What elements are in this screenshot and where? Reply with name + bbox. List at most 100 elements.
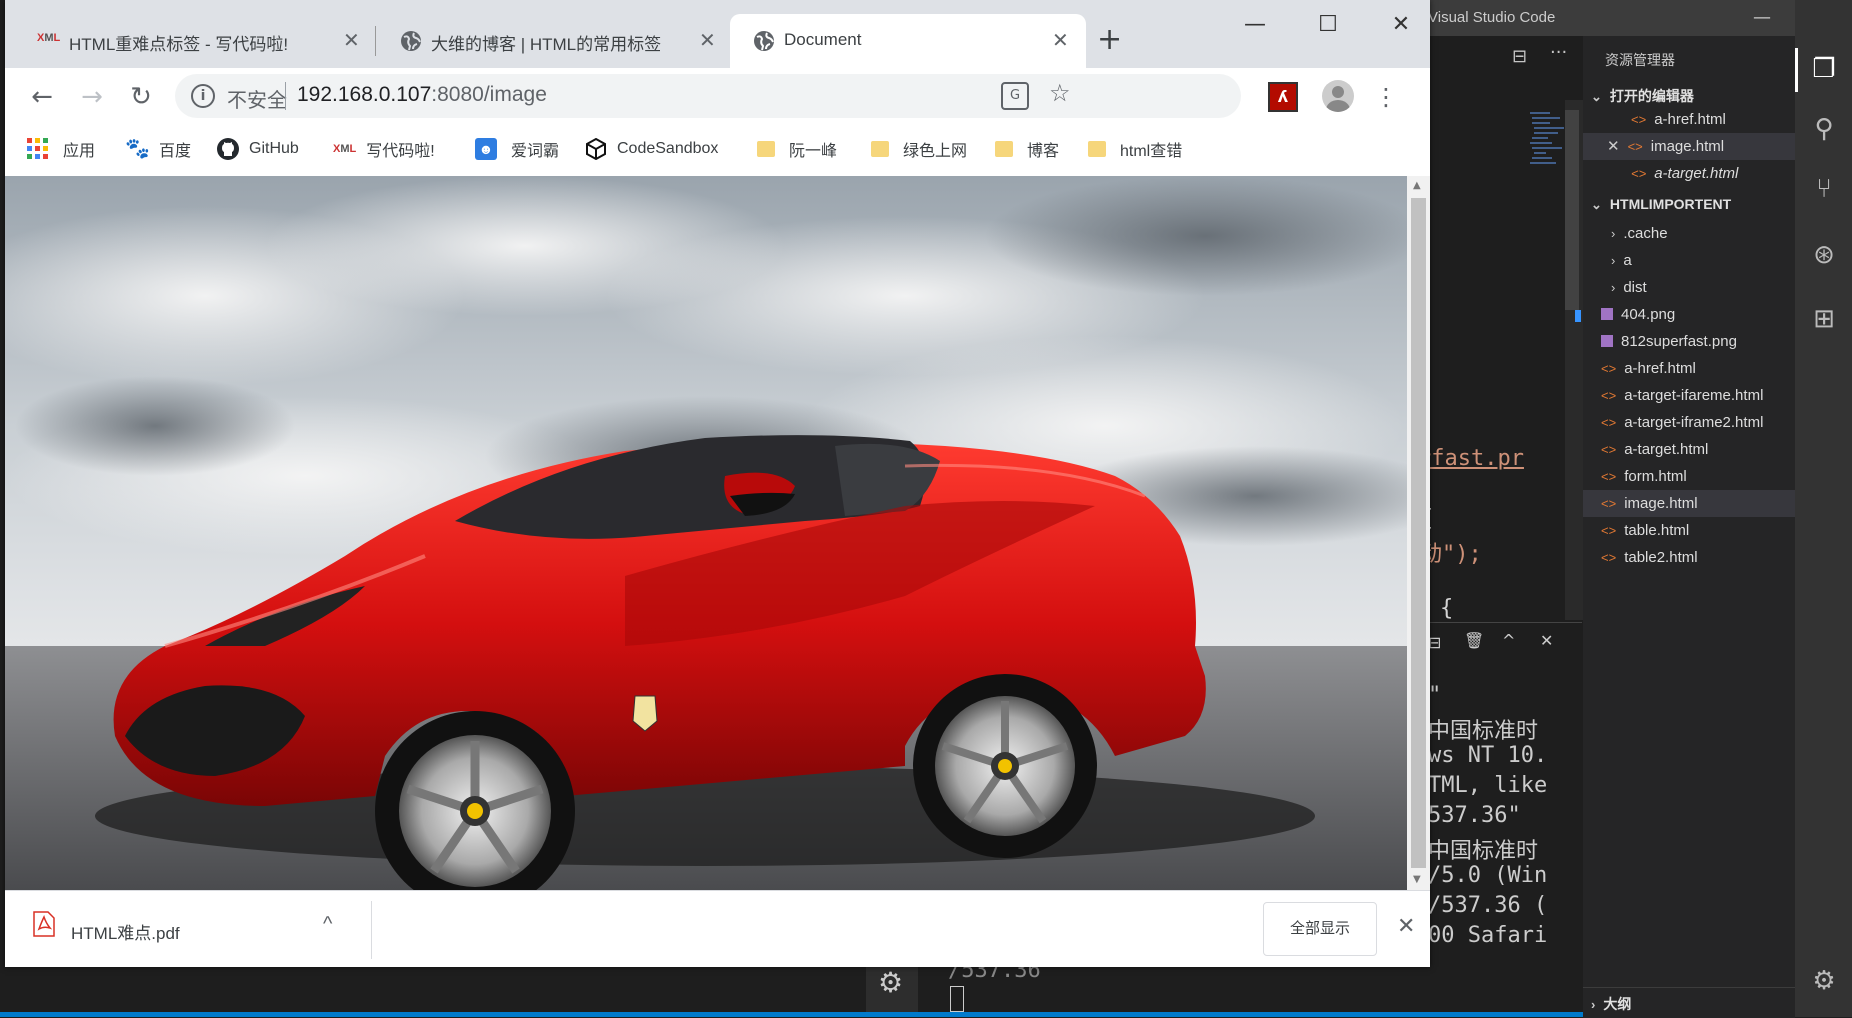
security-label[interactable]: 不安全 [227, 84, 287, 113]
file-item[interactable]: <> table2.html [1601, 544, 1698, 571]
files-icon[interactable]: ❐ [1807, 52, 1841, 86]
folder-icon [995, 141, 1013, 157]
file-item[interactable]: <> a-target-ifareme.html [1601, 382, 1763, 409]
workspace-folder-header[interactable]: ⌄ HTMLIMPORTENT [1591, 196, 1731, 213]
bookmark-xiedaimala[interactable]: XML 写代码啦! [333, 136, 435, 162]
more-actions-icon[interactable]: ··· [1550, 42, 1567, 63]
profile-avatar-icon[interactable] [1322, 80, 1354, 112]
tab-title: 大维的博客 | HTML的常用标签 [431, 35, 662, 54]
tab-xiedaimala[interactable]: XML HTML重难点标签 - 写代码啦! ✕ [15, 14, 369, 68]
bookmark-star-icon[interactable]: ☆ [1049, 79, 1071, 107]
vscode-activity-bar: ❐ ⚲ ⑂ ⊛ ⊞ ⚙ [1795, 0, 1852, 1017]
bookmark-codesandbox[interactable]: CodeSandbox [585, 136, 718, 162]
folder-item[interactable]: › a [1611, 247, 1632, 274]
back-arrow-icon[interactable]: ← [25, 80, 59, 114]
sports-car-image [5, 176, 1430, 890]
maximize-panel-icon[interactable]: ^ [1502, 631, 1515, 650]
source-control-icon[interactable]: ⑂ [1807, 172, 1841, 206]
bookmark-folder-htmlcheck[interactable]: html查错 [1088, 136, 1182, 162]
file-item[interactable]: <> image.html [1583, 490, 1795, 517]
html-file-icon: <> [1627, 139, 1643, 154]
debug-icon[interactable]: ⊛ [1807, 238, 1841, 272]
show-all-button[interactable]: 全部显示 [1263, 902, 1377, 956]
globe-icon [754, 31, 774, 51]
tab-document[interactable]: Document ✕ [730, 14, 1086, 68]
info-icon[interactable]: i [191, 84, 215, 108]
bookmark-baidu[interactable]: 🐾 百度 [125, 136, 191, 162]
bookmark-folder-blog[interactable]: 博客 [995, 136, 1059, 162]
terminal-cursor [950, 986, 964, 1012]
folder-item[interactable]: › dist [1611, 274, 1647, 301]
file-item[interactable]: 812superfast.png [1601, 328, 1737, 355]
file-item[interactable]: <> a-target-iframe2.html [1601, 409, 1763, 436]
close-panel-icon[interactable]: ✕ [1540, 631, 1553, 650]
maximize-icon[interactable]: ☐ [1303, 10, 1353, 40]
open-editors-header[interactable]: ⌄ 打开的编辑器 [1591, 86, 1694, 106]
gear-icon[interactable]: ⚙ [878, 966, 903, 999]
extensions-icon[interactable]: ⊞ [1807, 302, 1841, 336]
file-item[interactable]: <> table.html [1601, 517, 1689, 544]
omnibox[interactable]: i 不安全 192.168.0.107:8080/image G ☆ [175, 74, 1241, 118]
html-file-icon: <> [1601, 388, 1617, 403]
bookmark-iciba[interactable]: ☻ 爱词霸 [475, 136, 559, 162]
close-icon[interactable]: ✕ [699, 28, 716, 53]
chevron-up-icon[interactable]: ^ [323, 913, 332, 936]
outline-header[interactable]: › 大纲 [1591, 994, 1631, 1014]
kebab-menu-icon[interactable]: ⋮ [1369, 80, 1403, 114]
folder-icon [871, 141, 889, 157]
xml-icon: XML [37, 32, 61, 44]
bookmark-folder-lvse[interactable]: 绿色上网 [871, 136, 967, 162]
split-editor-icon[interactable]: ⊟ [1512, 46, 1527, 67]
reload-icon[interactable]: ↻ [124, 80, 158, 114]
chevron-right-icon: › [1591, 997, 1596, 1012]
terminal-line: 中国标准时 [1428, 719, 1539, 744]
close-shelf-icon[interactable]: ✕ [1397, 913, 1415, 939]
minimize-icon[interactable]: — [1230, 10, 1280, 40]
github-icon [217, 138, 239, 160]
split-terminal-icon[interactable]: ⊟ [1428, 633, 1441, 652]
search-icon[interactable]: ⚲ [1807, 112, 1841, 146]
tab-title: Document [784, 30, 862, 49]
download-item[interactable]: HTML难点.pdf ^ [5, 891, 377, 967]
window-close-icon[interactable]: ✕ [1376, 10, 1426, 40]
scroll-up-arrow-icon[interactable]: ▲ [1413, 180, 1421, 191]
manage-gear-icon[interactable]: ⚙ [1807, 964, 1841, 998]
iciba-icon: ☻ [475, 138, 497, 160]
tab-dawei-blog[interactable]: 大维的博客 | HTML的常用标签 ✕ [377, 14, 731, 68]
translate-icon[interactable]: G [1001, 82, 1029, 110]
pdf-file-icon [33, 911, 55, 937]
terminal-line: 中国标准时 [1428, 839, 1539, 864]
folder-item[interactable]: › .cache [1611, 220, 1668, 247]
close-icon[interactable]: ✕ [1052, 28, 1069, 53]
chrome-window: XML HTML重难点标签 - 写代码啦! ✕ 大维的博客 | HTML的常用标… [5, 0, 1430, 967]
scroll-down-arrow-icon[interactable]: ▼ [1413, 874, 1421, 885]
file-item[interactable]: <> a-href.html [1601, 355, 1696, 382]
close-editor-icon[interactable]: ✕ [1607, 138, 1620, 155]
scroll-thumb[interactable] [1411, 198, 1426, 868]
bookmark-folder-ruanyifeng[interactable]: 阮一峰 [757, 136, 837, 162]
page-scrollbar[interactable]: ▲ ▼ [1407, 176, 1430, 890]
close-icon[interactable]: ✕ [343, 28, 360, 53]
forward-arrow-icon[interactable]: → [75, 80, 109, 114]
bookmark-label: 博客 [1027, 143, 1060, 160]
trash-icon[interactable]: 🗑 [1464, 631, 1484, 650]
open-editor-item[interactable]: <> a-href.html [1583, 106, 1795, 133]
vscode-minimize-icon[interactable]: — [1742, 4, 1782, 32]
acrobat-extension-icon[interactable]: ʎ [1268, 82, 1298, 112]
new-tab-plus-icon[interactable]: + [1097, 22, 1122, 57]
url-text[interactable]: 192.168.0.107:8080/image [297, 83, 547, 107]
open-editor-item[interactable]: <> a-target.html [1583, 160, 1795, 187]
chevron-down-icon: ⌄ [1591, 197, 1602, 212]
vscode-terminal-panel: ⊟ 🗑 ^ ✕ " 中国标准时 ws NT 10. TML, like 537.… [1420, 622, 1582, 983]
file-item[interactable]: <> form.html [1601, 463, 1687, 490]
bookmark-label: html查错 [1120, 143, 1183, 160]
open-editor-item[interactable]: ✕ <> image.html [1583, 133, 1795, 160]
bookmark-apps[interactable]: 应用 [27, 136, 95, 162]
folder-icon [757, 141, 775, 157]
vscode-editor-scrollbar[interactable] [1565, 100, 1583, 620]
folder-icon [1088, 141, 1106, 157]
file-item[interactable]: 404.png [1601, 301, 1675, 328]
file-item[interactable]: <> a-target.html [1601, 436, 1708, 463]
bookmark-github[interactable]: GitHub [217, 136, 299, 162]
vscode-minimap[interactable] [1528, 110, 1568, 190]
